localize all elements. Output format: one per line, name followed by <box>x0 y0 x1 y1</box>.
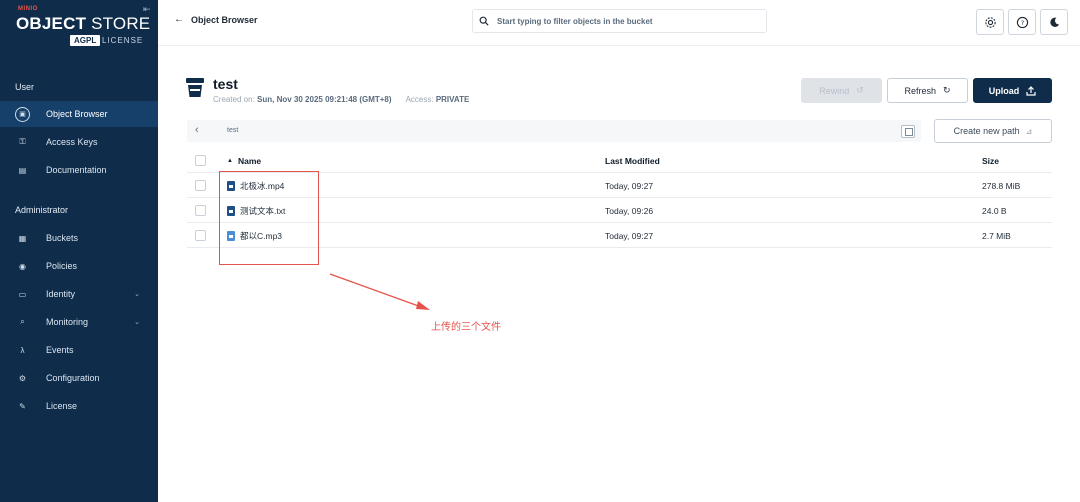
section-user: User <box>15 82 35 92</box>
file-modified: Today, 09:27 <box>605 180 654 191</box>
svg-text:?: ? <box>1020 18 1023 26</box>
column-name[interactable]: ▲ Name <box>227 148 261 173</box>
bucket-title: test <box>213 76 238 92</box>
column-last-modified[interactable]: Last Modified <box>605 148 660 173</box>
section-administrator: Administrator <box>15 205 69 215</box>
key-icon: ⚿ <box>19 137 26 146</box>
table-header: ▲ Name Last Modified Size <box>187 148 1052 173</box>
sidebar-item-events[interactable]: λ Events <box>0 337 158 363</box>
top-bar: ← Object Browser ? <box>158 0 1080 46</box>
rewind-button[interactable]: Rewind ↺ <box>801 78 882 103</box>
monitoring-icon: ⌕ <box>20 317 25 326</box>
bucket-icon: ▦ <box>18 233 27 243</box>
chevron-left-icon[interactable]: ‹ <box>195 124 199 136</box>
sidebar-item-label: Buckets <box>46 233 79 243</box>
breadcrumb-path[interactable]: test <box>227 127 238 134</box>
moon-icon <box>1049 17 1059 27</box>
refresh-icon: ↻ <box>942 85 951 95</box>
sidebar-item-label: Events <box>46 345 74 355</box>
new-folder-icon: ⊿ <box>1025 126 1033 136</box>
brand-sup: MINIO <box>18 6 38 12</box>
search-input[interactable] <box>497 16 747 26</box>
arrow-left-icon: ← <box>174 14 184 25</box>
annotation-box <box>219 171 319 265</box>
sidebar-item-label: Access Keys <box>46 137 98 147</box>
upload-button[interactable]: Upload <box>973 78 1052 103</box>
lambda-icon: λ <box>20 345 25 355</box>
brand-title: OBJECT STORE <box>16 14 151 33</box>
sidebar-item-label: Object Browser <box>46 109 108 119</box>
settings-button[interactable] <box>976 9 1004 35</box>
create-new-path-button[interactable]: Create new path ⊿ <box>934 119 1052 143</box>
file-size: 2.7 MiB <box>982 230 1011 241</box>
bucket-access-value: PRIVATE <box>435 95 470 104</box>
object-browser-icon: ▣ <box>15 106 30 122</box>
search-box <box>472 9 767 33</box>
back-to-object-browser[interactable]: ← Object Browser <box>174 14 258 25</box>
sort-asc-icon: ▲ <box>227 157 233 164</box>
chevron-down-icon: ⌄ <box>134 319 140 326</box>
search-icon <box>479 16 489 26</box>
sidebar-item-monitoring[interactable]: ⌕ Monitoring ⌄ <box>0 309 158 335</box>
sidebar-item-label: Policies <box>46 261 78 271</box>
file-size: 278.8 MiB <box>982 180 1021 191</box>
brand-logo[interactable]: MINIO OBJECT STORE AGPL LICENSE <box>16 6 150 50</box>
sidebar-item-access-keys[interactable]: ⚿ Access Keys <box>0 129 158 155</box>
sidebar-item-object-browser[interactable]: ▣ Object Browser <box>0 101 158 127</box>
row-checkbox[interactable] <box>195 230 206 241</box>
shield-icon: ◉ <box>19 261 26 271</box>
breadcrumb: ‹ test <box>187 120 921 142</box>
sidebar-item-label: Configuration <box>46 373 100 383</box>
refresh-button[interactable]: Refresh ↻ <box>887 78 968 103</box>
bucket-created-date: Sun, Nov 30 2025 09:21:48 (GMT+8) <box>257 95 392 104</box>
bucket-meta: Created on: Sun, Nov 30 2025 09:21:48 (G… <box>213 95 470 104</box>
sidebar-item-policies[interactable]: ◉ Policies <box>0 253 158 279</box>
sidebar-item-configuration[interactable]: ⚙ Configuration <box>0 365 158 391</box>
sidebar-item-identity[interactable]: ▭ Identity ⌄ <box>0 281 158 307</box>
upload-icon <box>1026 85 1036 96</box>
sidebar-item-label: Documentation <box>46 165 107 175</box>
sidebar-item-license[interactable]: ✎ License <box>0 393 158 419</box>
sidebar-item-label: License <box>46 401 78 411</box>
file-size: 24.0 B <box>982 205 1007 216</box>
chevron-down-icon: ⌄ <box>134 291 140 298</box>
collapse-sidebar-icon[interactable]: ⇤ <box>143 4 153 14</box>
file-modified: Today, 09:27 <box>605 230 654 241</box>
sidebar-item-label: Identity <box>46 289 76 299</box>
select-all-checkbox[interactable] <box>195 155 206 166</box>
rewind-icon: ↺ <box>856 85 864 95</box>
column-size[interactable]: Size <box>982 148 999 173</box>
annotation-arrow <box>329 273 430 310</box>
gear-icon: ⚙ <box>18 373 27 383</box>
dark-mode-button[interactable] <box>1040 9 1068 35</box>
bucket-icon <box>186 78 204 97</box>
help-icon: ? <box>1016 16 1028 28</box>
identity-icon: ▭ <box>18 289 27 299</box>
license-badge: AGPL <box>70 35 101 46</box>
help-button[interactable]: ? <box>1008 9 1036 35</box>
license-text: LICENSE <box>102 36 144 45</box>
license-icon: ✎ <box>19 401 26 411</box>
row-checkbox[interactable] <box>195 180 206 191</box>
copy-path-icon[interactable] <box>901 125 915 138</box>
document-icon: ▤ <box>18 165 27 175</box>
file-modified: Today, 09:26 <box>605 205 654 216</box>
gear-icon <box>984 16 996 28</box>
back-label: Object Browser <box>191 14 258 25</box>
sidebar: MINIO OBJECT STORE AGPL LICENSE ⇤ User ▣… <box>0 0 158 502</box>
row-checkbox[interactable] <box>195 205 206 216</box>
sidebar-item-buckets[interactable]: ▦ Buckets <box>0 225 158 251</box>
annotation-text: 上传的三个文件 <box>431 322 501 333</box>
sidebar-item-label: Monitoring <box>46 317 89 327</box>
sidebar-item-documentation[interactable]: ▤ Documentation <box>0 157 158 183</box>
